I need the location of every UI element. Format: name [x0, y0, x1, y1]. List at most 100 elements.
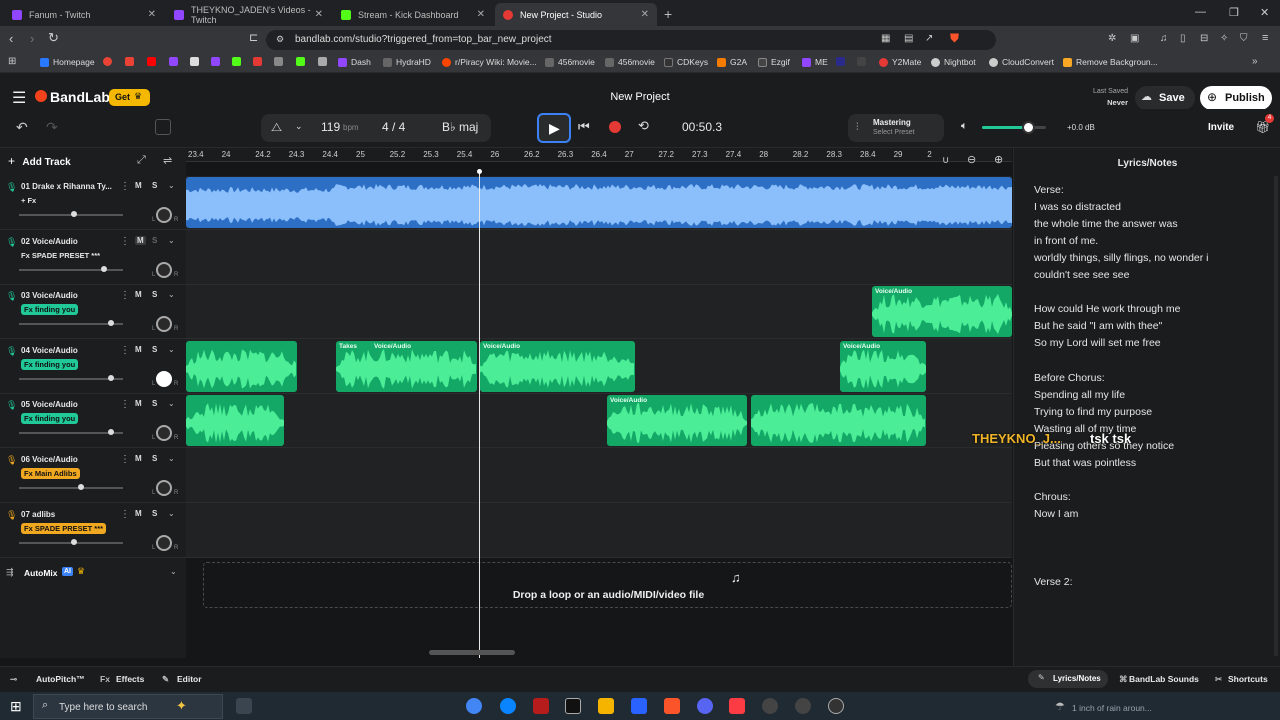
playhead[interactable] — [479, 172, 480, 658]
bookmark-kick[interactable] — [232, 57, 245, 66]
bookmark-nightbot[interactable]: Nightbot — [931, 57, 976, 67]
bookmark-blank-2[interactable] — [857, 57, 870, 66]
track-header-06[interactable]: 🎙︎ 06 Voice/Audio Fx Main Adlibs ⋮ M S ⌄ L R — [0, 449, 186, 503]
audio-clip-voice[interactable]: Takes Voice/Audio — [336, 340, 477, 392]
metronome-icon[interactable]: ⧍ — [271, 120, 282, 135]
track-volume-handle[interactable] — [71, 211, 78, 217]
metronome-dropdown-icon[interactable]: ⌄ — [295, 121, 303, 132]
track-header-07[interactable]: 🎙︎ 07 adlibs Fx SPADE PRESET *** ⋮ M S ⌄ L R — [0, 504, 186, 558]
discord-icon[interactable] — [697, 698, 713, 714]
pan-knob[interactable] — [156, 534, 172, 551]
horizontal-scrollbar[interactable] — [429, 650, 515, 655]
chrome-icon[interactable] — [466, 698, 482, 714]
track-settings-icon[interactable]: ⇌ — [163, 154, 172, 167]
track-name[interactable]: 01 Drake x Rihanna Ty... — [21, 182, 112, 191]
speaker-icon[interactable]: 🔈︎ — [961, 120, 968, 133]
solo-button[interactable]: S — [152, 345, 157, 354]
audio-clip-voice[interactable]: Voice/Audio — [480, 340, 635, 392]
track-header-04[interactable]: 🎙︎ 04 Voice/Audio Fx finding you ⋮ M S ⌄ L R — [0, 340, 186, 394]
track-menu-icon[interactable]: ⋮ — [120, 236, 130, 247]
audio-clip-voice[interactable]: Voice/Audio — [872, 286, 1012, 338]
track-effect-badge[interactable]: Fx Main Adlibs — [21, 468, 80, 479]
obs-icon[interactable] — [762, 698, 778, 714]
tempo-value[interactable]: 119 — [321, 120, 340, 134]
track-menu-icon[interactable]: ⋮ — [120, 509, 130, 520]
new-tab-icon[interactable]: + — [664, 6, 672, 22]
bookmark-y2mate[interactable]: Y2Mate — [879, 57, 921, 67]
back-icon[interactable]: ‹ — [9, 31, 13, 46]
mute-button[interactable]: M — [135, 399, 142, 408]
track-menu-icon[interactable]: ⋮ — [120, 399, 130, 410]
qr-icon[interactable]: ▦ — [881, 33, 890, 44]
effects-button[interactable]: Effects — [116, 674, 144, 684]
lyrics-notes-tab[interactable]: ✎ Lyrics/Notes — [1028, 670, 1108, 688]
track-header-01[interactable]: 🎙︎ 01 Drake x Rihanna Ty... + Fx ⋮ M S ⌄ L R — [0, 176, 186, 230]
track-header-03[interactable]: 🎙︎ 03 Voice/Audio Fx finding you ⋮ M S ⌄ L R — [0, 285, 186, 340]
audio-clip-voice[interactable]: Voice/Audio — [840, 340, 926, 392]
track-name[interactable]: 06 Voice/Audio — [21, 455, 78, 464]
track-volume-handle[interactable] — [107, 374, 114, 381]
bookmark-twitch-2[interactable] — [211, 57, 224, 66]
pan-knob[interactable] — [156, 480, 172, 496]
track-name[interactable]: 04 Voice/Audio — [21, 346, 78, 355]
track-header-02[interactable]: 🎙︎ 02 Voice/Audio Fx SPADE PRESET *** ⋮ M S ⌄ L… — [0, 231, 186, 285]
brave-icon[interactable] — [664, 698, 680, 714]
solo-button[interactable]: S — [152, 290, 157, 299]
media-player-icon[interactable] — [828, 698, 844, 714]
undo-icon[interactable]: ↶ — [16, 119, 28, 136]
bookmark-gmail[interactable] — [125, 57, 138, 66]
bookmark-ezgif[interactable]: Ezgif — [758, 57, 790, 67]
track-volume-handle[interactable] — [107, 320, 114, 327]
mute-button[interactable]: M — [135, 181, 142, 190]
browser-tab-theykno[interactable]: THEYKNO_JADEN's Videos - Twitch ✕ — [166, 3, 331, 26]
bookmark-kick-2[interactable] — [296, 57, 309, 66]
track-lane[interactable] — [186, 449, 1012, 503]
key-signature[interactable]: B♭ maj — [442, 120, 478, 134]
more-bookmarks-icon[interactable]: » — [1252, 56, 1258, 67]
bookmark-tiktok[interactable] — [190, 57, 203, 66]
time-signature[interactable]: 4 / 4 — [382, 120, 405, 134]
automix-row[interactable]: ⇶ AutoMix AI ♛ ⌄ — [0, 562, 186, 584]
track-effect-badge[interactable]: Fx finding you — [21, 358, 79, 370]
track-name[interactable]: 03 Voice/Audio — [21, 291, 78, 300]
bookmark-homepage[interactable]: Homepage — [40, 57, 95, 67]
chevron-down-icon[interactable]: ⌄ — [168, 290, 175, 299]
audio-clip-voice[interactable] — [186, 395, 284, 447]
save-button[interactable]: ☁ Save — [1135, 86, 1195, 110]
redo-icon[interactable]: ↷ — [46, 119, 58, 136]
track-volume-handle[interactable] — [107, 429, 114, 436]
zoom-in-icon[interactable]: ⊕ — [994, 153, 1003, 166]
pan-knob[interactable] — [156, 261, 172, 278]
music-icon[interactable] — [729, 698, 745, 714]
mute-button[interactable]: M — [135, 509, 142, 518]
bookmark-google[interactable] — [103, 57, 116, 66]
pan-knob[interactable] — [156, 370, 172, 387]
track-volume-handle[interactable] — [101, 265, 108, 272]
bookmark-456movie[interactable]: 456movie — [545, 57, 595, 67]
davinci-icon[interactable] — [565, 698, 581, 714]
bandlab-sounds-tab[interactable]: BandLab Sounds — [1129, 674, 1199, 684]
extensions-icon[interactable]: ✲ — [1108, 33, 1116, 44]
site-info-icon[interactable]: ⚙ — [276, 34, 284, 45]
track-effect-badge[interactable]: Fx finding you — [21, 413, 79, 425]
track-volume-slider[interactable] — [19, 487, 123, 489]
mastering-button[interactable]: ⫶ Mastering Select Preset — [848, 114, 944, 142]
chevron-down-icon[interactable]: ⌄ — [168, 236, 175, 245]
publish-button[interactable]: ⊕ Publish — [1200, 86, 1272, 110]
track-name[interactable]: 02 Voice/Audio — [21, 237, 78, 246]
track-volume-slider[interactable] — [19, 268, 123, 271]
bookmark-youtube[interactable] — [147, 57, 160, 66]
close-tab-icon[interactable]: ✕ — [315, 9, 323, 20]
taskbar-search[interactable]: ⌕ Type here to search ✦ — [33, 694, 223, 719]
bookmark-blank[interactable] — [836, 57, 849, 66]
playhead-handle[interactable] — [477, 169, 482, 174]
sidebar-toggle-icon[interactable] — [155, 119, 171, 135]
pan-knob[interactable] — [156, 207, 172, 223]
track-menu-icon[interactable]: ⋮ — [120, 181, 130, 192]
solo-button[interactable]: S — [152, 454, 157, 463]
track-effect-badge[interactable]: Fx SPADE PRESET *** — [21, 250, 103, 261]
track-name[interactable]: 05 Voice/Audio — [21, 400, 78, 409]
record-button[interactable] — [609, 121, 621, 133]
menu-icon[interactable]: ≡ — [1262, 32, 1268, 44]
loop-button[interactable]: ⟲ — [638, 118, 649, 134]
